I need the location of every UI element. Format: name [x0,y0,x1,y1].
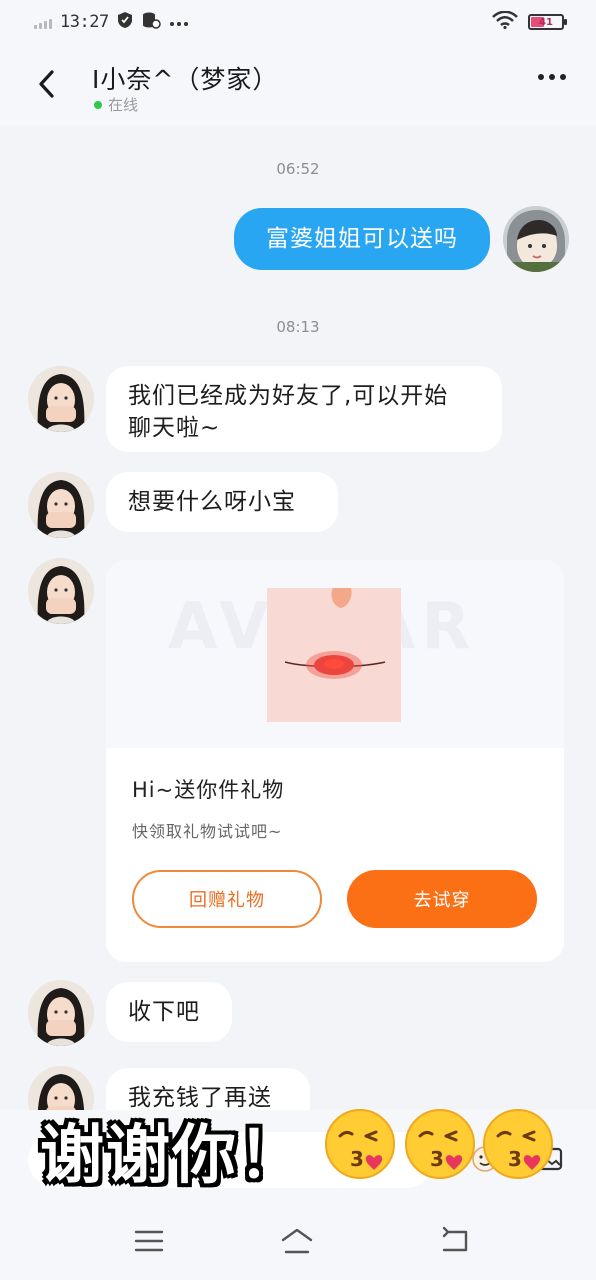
chat-header: I小奈^（梦家） 在线 [0,44,596,126]
chat-area[interactable]: 06:52 富婆姐姐可以送吗 08:13 我们已经成为好友了,可以开始 聊天啦~ [0,126,596,1132]
contact-avatar[interactable] [28,472,94,538]
contact-avatar[interactable] [28,558,94,624]
home-icon[interactable] [280,1226,314,1256]
my-message-bubble[interactable]: 富婆姐姐可以送吗 [234,208,490,270]
my-avatar[interactable] [503,206,569,272]
back-nav-icon[interactable] [438,1226,472,1256]
timestamp: 08:13 [276,318,320,336]
system-nav-bar [0,1202,596,1280]
kissing-face-icon: 3 [322,1106,398,1182]
message-bubble[interactable]: 我们已经成为好友了,可以开始 聊天啦~ [106,366,502,452]
chevron-left-icon [39,70,54,98]
return-gift-button[interactable]: 回赠礼物 [132,870,322,928]
kissing-face-icon: 3 [402,1106,478,1182]
more-options-button[interactable] [538,74,566,80]
online-dot-icon [94,100,102,109]
battery-icon: 41 [528,14,567,30]
kissing-face-icon: 3 [480,1106,556,1182]
svg-text:3: 3 [350,1147,364,1171]
gift-subtitle: 快领取礼物试试吧~ [132,822,283,841]
online-status: 在线 [94,94,138,115]
timestamp: 06:52 [276,160,320,178]
message-bubble[interactable]: 想要什么呀小宝 [106,472,338,532]
message-text: 我们已经成为好友了,可以开始 [128,383,449,409]
contact-name[interactable]: I小奈^（梦家） [92,60,278,96]
message-text: 聊天啦~ [128,415,221,441]
contact-avatar[interactable] [28,366,94,432]
menu-icon[interactable] [132,1226,166,1256]
message-bubble[interactable]: 收下吧 [106,982,232,1042]
status-bar: 13:27 41 [0,0,596,44]
caption-overlay: 谢谢你！ [40,1119,304,1193]
try-on-button[interactable]: 去试穿 [347,870,537,928]
status-time: 13:27 [60,12,109,32]
wifi-icon [492,10,518,34]
lip-makeup-image [267,588,401,722]
svg-text:3: 3 [430,1147,444,1171]
signal-icon [34,15,52,29]
data-saver-icon [141,11,161,33]
back-button[interactable] [32,66,62,102]
more-dots-icon [169,13,189,31]
gift-card[interactable]: AVATAR Hi~送你件礼物 快领取礼物试试吧~ 回赠礼物 去试穿 [106,560,564,962]
gift-preview: AVATAR [106,560,564,748]
contact-avatar[interactable] [28,980,94,1046]
gift-title: Hi~送你件礼物 [132,778,285,802]
shield-icon [117,11,133,33]
svg-text:3: 3 [508,1147,522,1171]
battery-level: 41 [539,16,553,28]
online-status-text: 在线 [108,96,139,114]
